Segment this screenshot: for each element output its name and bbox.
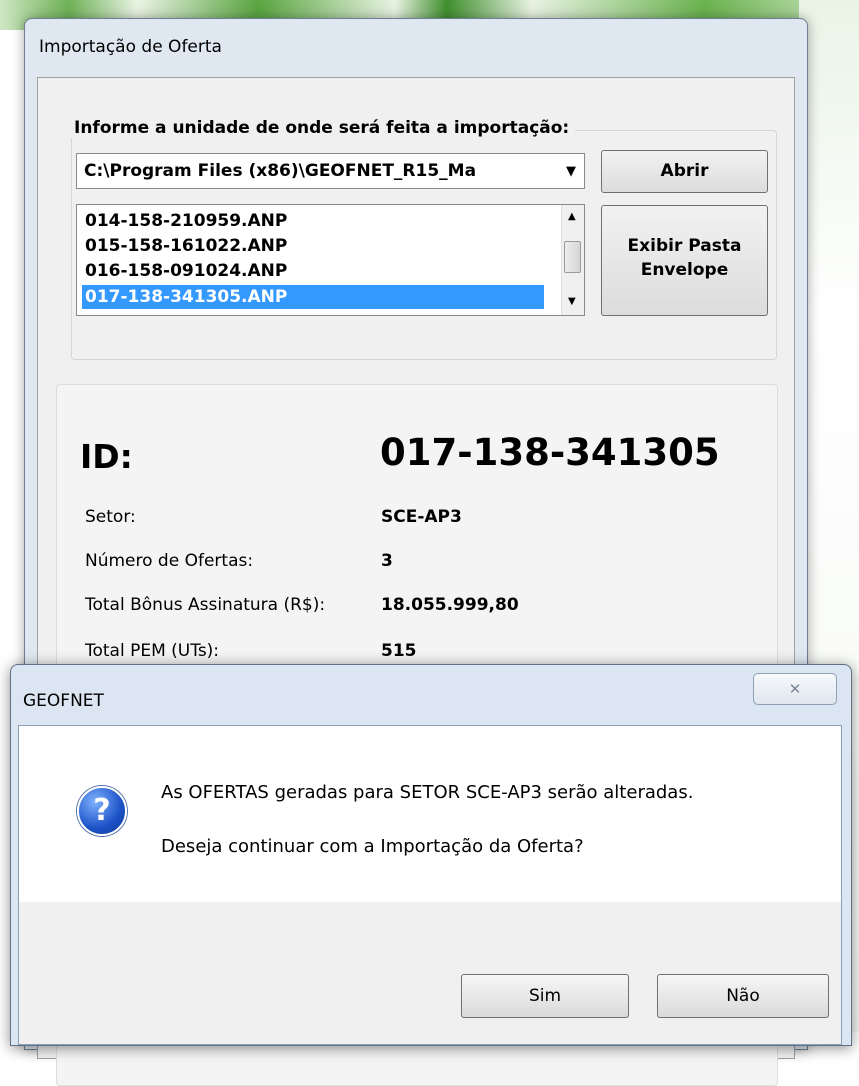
confirm-dialog: GEOFNET ✕ ? As OFERTAS geradas para SETO…: [10, 664, 852, 1046]
scroll-up-icon[interactable]: ▲: [568, 211, 576, 222]
drive-path-value: C:\Program Files (x86)\GEOFNET_R15_Ma: [84, 161, 477, 181]
question-icon: ?: [77, 786, 127, 836]
show-envelope-folder-button[interactable]: Exibir Pasta Envelope: [601, 205, 768, 316]
total-pem-label: Total PEM (UTs):: [85, 641, 220, 661]
dialog-message-area: ? As OFERTAS geradas para SETOR SCE-AP3 …: [19, 726, 841, 902]
id-label: ID:: [80, 437, 133, 476]
sector-value: SCE-AP3: [381, 507, 462, 527]
total-bonus-label: Total Bônus Assinatura (R$):: [85, 595, 326, 615]
window-title: Importação de Oferta: [39, 37, 222, 57]
list-item[interactable]: 014-158-210959.ANP: [82, 209, 544, 233]
dialog-message-line2: Deseja continuar com a Importação da Ofe…: [161, 836, 584, 857]
list-item[interactable]: 015-158-161022.ANP: [82, 234, 544, 258]
close-button[interactable]: ✕: [753, 673, 837, 705]
scroll-thumb[interactable]: [564, 241, 581, 273]
total-pem-value: 515: [381, 641, 417, 661]
dialog-title: GEOFNET: [23, 691, 104, 711]
dialog-message-line1: As OFERTAS geradas para SETOR SCE-AP3 se…: [161, 782, 694, 803]
no-button[interactable]: Não: [657, 974, 829, 1018]
total-bonus-value: 18.055.999,80: [381, 595, 519, 615]
yes-button[interactable]: Sim: [461, 974, 629, 1018]
drive-path-combobox[interactable]: C:\Program Files (x86)\GEOFNET_R15_Ma ▼: [76, 153, 585, 189]
source-group-label: Informe a unidade de onde será feita a i…: [68, 118, 576, 138]
sector-label: Setor:: [85, 507, 136, 527]
scroll-down-icon[interactable]: ▼: [568, 296, 576, 307]
close-icon[interactable]: ✕: [789, 680, 802, 698]
dialog-body: ? As OFERTAS geradas para SETOR SCE-AP3 …: [18, 725, 842, 1045]
chevron-down-icon[interactable]: ▼: [566, 164, 576, 179]
vertical-scrollbar[interactable]: ▲ ▼: [561, 205, 584, 315]
open-button[interactable]: Abrir: [601, 150, 768, 193]
id-value: 017-138-341305: [380, 431, 720, 474]
file-listbox[interactable]: 014-158-210959.ANP 015-158-161022.ANP 01…: [76, 204, 585, 316]
offer-count-value: 3: [381, 551, 393, 571]
list-item[interactable]: 016-158-091024.ANP: [82, 259, 544, 283]
offer-count-label: Número de Ofertas:: [85, 551, 254, 571]
list-item-selected[interactable]: 017-138-341305.ANP: [82, 285, 544, 309]
